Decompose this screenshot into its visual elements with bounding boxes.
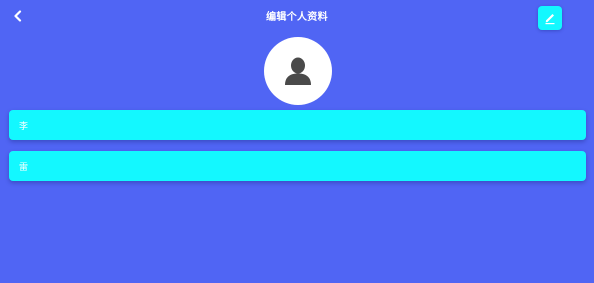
- user-silhouette-icon: [282, 56, 314, 86]
- last-name-field[interactable]: 雷: [9, 151, 586, 181]
- first-name-field[interactable]: 李: [9, 110, 586, 140]
- page-title: 编辑个人资料: [266, 12, 328, 23]
- edit-button[interactable]: [538, 6, 562, 30]
- last-name-value: 雷: [19, 162, 29, 173]
- first-name-value: 李: [19, 121, 29, 132]
- avatar[interactable]: [264, 37, 332, 105]
- pencil-icon: [543, 11, 557, 25]
